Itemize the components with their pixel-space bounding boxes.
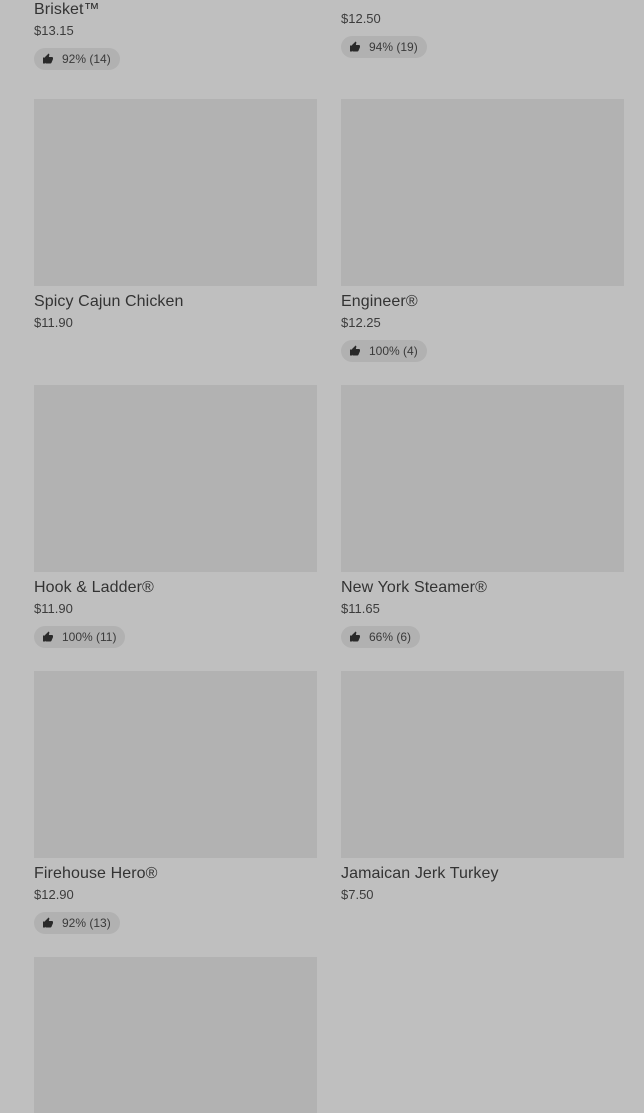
rating-text: 92% (13): [62, 916, 111, 930]
thumbs-up-icon: [43, 917, 53, 928]
thumbs-up-icon: [43, 53, 53, 64]
rating-text: 100% (11): [62, 630, 117, 644]
product-card[interactable]: Brisket™ $13.15 92% (14): [34, 0, 317, 70]
thumbs-up-icon: [350, 631, 360, 642]
product-card[interactable]: Firehouse Hero® $12.90 92% (13): [34, 671, 317, 934]
product-price: $12.90: [34, 887, 74, 902]
rating-badge: 100% (4): [341, 340, 427, 362]
product-image[interactable]: [341, 671, 624, 858]
product-name[interactable]: Brisket™: [34, 0, 317, 20]
product-name[interactable]: New York Steamer®: [341, 578, 624, 598]
product-price: $11.90: [34, 601, 73, 616]
product-price: $12.25: [341, 315, 381, 330]
product-image[interactable]: [34, 99, 317, 286]
product-price: $7.50: [341, 887, 374, 902]
product-price: $11.65: [341, 601, 380, 616]
product-name[interactable]: Hook & Ladder®: [34, 578, 317, 598]
product-price: $13.15: [34, 23, 74, 38]
product-image[interactable]: [341, 385, 624, 572]
rating-badge: 92% (13): [34, 912, 120, 934]
product-card[interactable]: Hook & Ladder® $11.90 100% (11): [34, 385, 317, 648]
rating-text: 66% (6): [369, 630, 412, 644]
menu-grid: Brisket™ $13.15 92% (14) $12.50 94% (19)…: [0, 0, 644, 1113]
product-name[interactable]: Spicy Cajun Chicken: [34, 292, 317, 312]
thumbs-up-icon: [43, 631, 53, 642]
product-card[interactable]: $12.50 94% (19): [341, 0, 624, 58]
rating-text: 94% (19): [369, 40, 418, 54]
product-card[interactable]: Engineer® $12.25 100% (4): [341, 99, 624, 362]
rating-badge: 92% (14): [34, 48, 120, 70]
product-image[interactable]: [34, 957, 317, 1113]
product-image[interactable]: [34, 385, 317, 572]
product-card[interactable]: Jamaican Jerk Turkey $7.50: [341, 671, 624, 903]
product-card[interactable]: New York Steamer® $11.65 66% (6): [341, 385, 624, 648]
thumbs-up-icon: [350, 41, 360, 52]
product-card[interactable]: Spicy Cajun Chicken $11.90: [34, 99, 317, 331]
product-name[interactable]: Firehouse Hero®: [34, 864, 317, 884]
product-name[interactable]: Engineer®: [341, 292, 624, 312]
rating-badge: 94% (19): [341, 36, 427, 58]
product-image[interactable]: [34, 671, 317, 858]
product-name[interactable]: Jamaican Jerk Turkey: [341, 864, 624, 884]
rating-badge: 66% (6): [341, 626, 421, 648]
product-image[interactable]: [341, 99, 624, 286]
product-price: $11.90: [34, 315, 73, 330]
rating-text: 92% (14): [62, 52, 111, 66]
rating-text: 100% (4): [369, 344, 418, 358]
thumbs-up-icon: [350, 345, 360, 356]
product-card[interactable]: [34, 957, 317, 1113]
product-price: $12.50: [341, 11, 381, 26]
rating-badge: 100% (11): [34, 626, 126, 648]
